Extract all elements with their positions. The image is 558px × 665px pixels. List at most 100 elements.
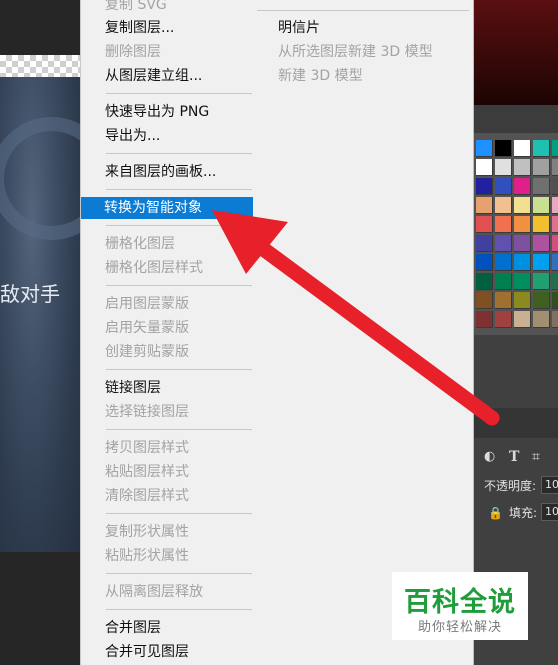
menu-item-copy-svg: 复制 SVG: [105, 0, 167, 13]
watermark-logo: 百科全说 助你轻松解决: [392, 572, 528, 640]
layers-panel-header: [474, 408, 558, 438]
menu-item-release-from-isolation: 从隔离图层释放: [105, 584, 203, 600]
menu-separator: [106, 225, 252, 226]
color-swatch[interactable]: [533, 254, 550, 271]
color-picker-gradient[interactable]: [474, 0, 558, 105]
color-swatch[interactable]: [533, 273, 550, 290]
color-swatch[interactable]: [552, 216, 558, 233]
color-swatch[interactable]: [476, 311, 493, 328]
color-swatch[interactable]: [533, 178, 550, 195]
menu-item-copy-shape-attributes: 复制形状属性: [105, 524, 189, 540]
transparency-checkerboard: [0, 55, 80, 77]
color-swatch[interactable]: [514, 197, 531, 214]
color-swatch[interactable]: [495, 216, 512, 233]
document-canvas[interactable]: 敌对手: [0, 0, 80, 665]
menu-item-artboard-from-layers[interactable]: 来自图层的画板...: [82, 161, 252, 183]
color-swatch[interactable]: [552, 254, 558, 271]
color-swatch[interactable]: [495, 140, 512, 157]
menu-separator: [106, 93, 252, 94]
color-swatch[interactable]: [552, 273, 558, 290]
menu-separator: [106, 189, 252, 190]
menu-item-quick-export-png[interactable]: 快速导出为 PNG: [82, 101, 252, 123]
transform-icon[interactable]: ⌗: [532, 449, 540, 465]
color-swatch[interactable]: [533, 235, 550, 252]
menu-separator: [106, 609, 252, 610]
color-swatch[interactable]: [495, 254, 512, 271]
canvas-artwork: [0, 77, 80, 552]
color-swatch[interactable]: [476, 292, 493, 309]
color-swatch[interactable]: [533, 311, 550, 328]
color-swatch[interactable]: [552, 140, 558, 157]
color-swatch[interactable]: [514, 178, 531, 195]
color-swatch[interactable]: [495, 311, 512, 328]
color-swatch[interactable]: [495, 273, 512, 290]
color-swatch[interactable]: [533, 159, 550, 176]
color-swatch[interactable]: [495, 197, 512, 214]
canvas-text: 敌对手: [0, 282, 60, 306]
type-filter-icon[interactable]: T: [509, 449, 519, 465]
menu-item-rasterize-layer: 栅格化图层: [105, 236, 175, 252]
menu-item-export-as[interactable]: 导出为...: [82, 125, 252, 147]
color-swatch[interactable]: [476, 159, 493, 176]
color-swatch[interactable]: [495, 159, 512, 176]
submenu-item-3d-from-selected: 从所选图层新建 3D 模型: [278, 44, 433, 60]
menu-separator: [106, 369, 252, 370]
color-swatch[interactable]: [495, 178, 512, 195]
color-swatch[interactable]: [476, 235, 493, 252]
watermark-subtitle: 助你轻松解决: [417, 620, 502, 635]
right-panels: ◐ T ⌗ 不透明度: 100 🔒 填充: 100: [474, 0, 558, 665]
color-swatch[interactable]: [476, 178, 493, 195]
color-swatch[interactable]: [514, 159, 531, 176]
watermark-title: 百科全说: [404, 587, 516, 618]
menu-item-merge-visible[interactable]: 合并可见图层: [82, 641, 252, 663]
color-swatch[interactable]: [514, 292, 531, 309]
adjust-icon[interactable]: ◐: [484, 449, 495, 465]
menu-item-duplicate-layer[interactable]: 复制图层...: [82, 17, 252, 39]
menu-item-clear-layer-style: 清除图层样式: [105, 488, 189, 504]
color-swatch[interactable]: [514, 216, 531, 233]
color-swatch[interactable]: [476, 216, 493, 233]
menu-item-enable-layer-mask: 启用图层蒙版: [105, 296, 189, 312]
menu-separator: [106, 153, 252, 154]
menu-item-enable-vector-mask: 启用矢量蒙版: [105, 320, 189, 336]
color-swatch[interactable]: [552, 197, 558, 214]
color-swatch[interactable]: [514, 235, 531, 252]
color-swatch[interactable]: [552, 178, 558, 195]
menu-item-paste-shape-attributes: 粘贴形状属性: [105, 548, 189, 564]
menu-item-group-from-layers[interactable]: 从图层建立组...: [82, 65, 252, 87]
menu-item-paste-layer-style: 粘贴图层样式: [105, 464, 189, 480]
color-swatch[interactable]: [514, 311, 531, 328]
color-swatch[interactable]: [552, 292, 558, 309]
color-swatch[interactable]: [533, 140, 550, 157]
color-swatch[interactable]: [533, 292, 550, 309]
color-swatch[interactable]: [533, 216, 550, 233]
menu-item-copy-layer-style: 拷贝图层样式: [105, 440, 189, 456]
color-swatch[interactable]: [552, 159, 558, 176]
color-swatch[interactable]: [476, 140, 493, 157]
fill-input[interactable]: 100: [541, 503, 558, 521]
color-swatch[interactable]: [552, 311, 558, 328]
color-swatch[interactable]: [552, 235, 558, 252]
layer-context-menu: 复制 SVG 复制图层... 删除图层 从图层建立组... 快速导出为 PNG …: [80, 0, 255, 665]
color-swatch[interactable]: [476, 197, 493, 214]
menu-item-link-layers[interactable]: 链接图层: [82, 377, 252, 399]
color-swatch[interactable]: [476, 254, 493, 271]
menu-separator: [106, 513, 252, 514]
opacity-input[interactable]: 100: [541, 476, 558, 494]
menu-separator: [106, 573, 252, 574]
menu-item-convert-to-smart-object[interactable]: 转换为智能对象: [81, 197, 253, 219]
color-swatch[interactable]: [495, 235, 512, 252]
color-swatch[interactable]: [514, 140, 531, 157]
color-swatch[interactable]: [514, 254, 531, 271]
menu-item-rasterize-layer-style: 栅格化图层样式: [105, 260, 203, 276]
menu-item-create-clipping-mask: 创建剪贴蒙版: [105, 344, 189, 360]
menu-item-merge-layers[interactable]: 合并图层: [82, 617, 252, 639]
submenu-item-postcard[interactable]: 明信片: [278, 17, 320, 39]
lock-icon[interactable]: 🔒: [488, 505, 503, 521]
color-swatch[interactable]: [476, 273, 493, 290]
color-swatch[interactable]: [533, 197, 550, 214]
opacity-label: 不透明度:: [484, 479, 537, 493]
color-swatch[interactable]: [495, 292, 512, 309]
submenu-item-new-3d-model: 新建 3D 模型: [278, 68, 363, 84]
color-swatch[interactable]: [514, 273, 531, 290]
